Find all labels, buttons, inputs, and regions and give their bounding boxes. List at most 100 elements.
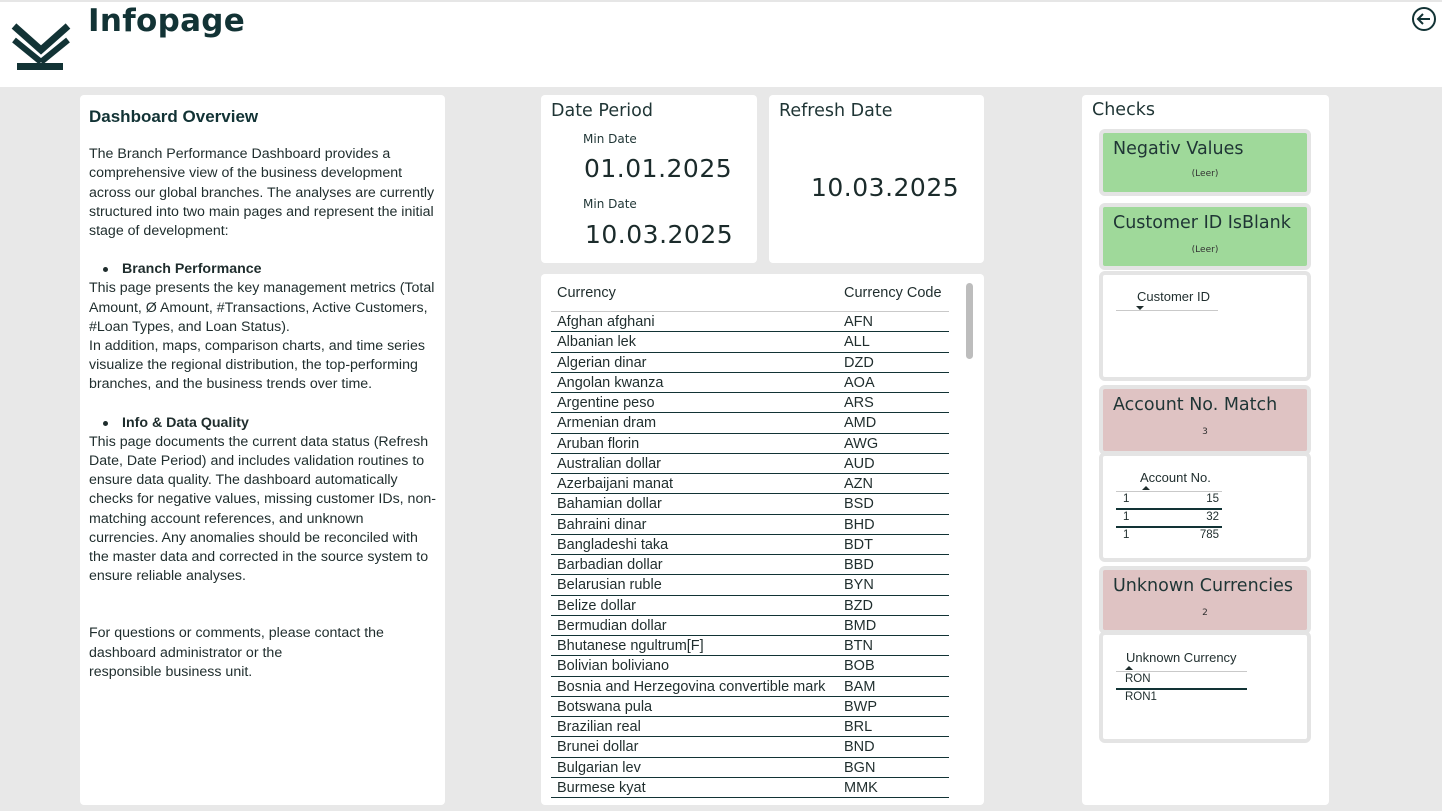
- table-row[interactable]: Albanian lek ALL: [551, 332, 949, 353]
- unknown-row-1: RON: [1125, 673, 1151, 685]
- table-row[interactable]: Brazilian real BRL: [551, 717, 949, 738]
- table-row[interactable]: Bermudian dollar BMD: [551, 616, 949, 636]
- table-row[interactable]: Belarusian ruble BYN: [551, 575, 949, 596]
- currency-code-cell: BSD: [844, 496, 874, 513]
- currency-code-cell: BZD: [844, 597, 873, 614]
- table-row[interactable]: Brunei dollar BND: [551, 737, 949, 758]
- customer-id-isblank-title: Customer ID IsBlank: [1113, 213, 1291, 233]
- account-row-1-col1: 1: [1123, 493, 1130, 505]
- account-no-table: Account No. 1 15 1 32 1 785: [1099, 452, 1311, 562]
- header-divider: [1116, 310, 1218, 311]
- contact-line-2: dashboard administrator or the: [89, 644, 283, 661]
- table-row[interactable]: Algerian dinar DZD: [551, 353, 949, 373]
- overview-title: Dashboard Overview: [89, 107, 259, 126]
- customer-id-isblank-kpi: Customer ID IsBlank (Leer): [1099, 203, 1311, 270]
- row-divider: [1116, 526, 1222, 528]
- refresh-date-title: Refresh Date: [779, 101, 893, 121]
- unknown-currency-table: Unknown Currency RON RON1: [1099, 631, 1311, 743]
- table-row[interactable]: Azerbaijani manat AZN: [551, 474, 949, 495]
- table-row[interactable]: Angolan kwanza AOA: [551, 373, 949, 393]
- customer-id-table: Customer ID: [1099, 271, 1311, 381]
- column-header-currency-code[interactable]: Currency Code: [844, 285, 942, 301]
- currency-code-cell: AWG: [844, 435, 879, 452]
- table-row[interactable]: Aruban florin AWG: [551, 434, 949, 454]
- account-no-match-title: Account No. Match: [1113, 395, 1278, 415]
- currency-name-cell: Bulgarian lev: [557, 759, 641, 776]
- currency-name-cell: Albanian lek: [557, 334, 636, 351]
- unknown-currencies-value: 2: [1202, 608, 1208, 618]
- account-row-2-col1: 1: [1123, 511, 1130, 523]
- currency-name-cell: Belarusian ruble: [557, 577, 662, 594]
- negativ-values-title: Negativ Values: [1113, 139, 1244, 159]
- back-arrow-icon[interactable]: [1411, 6, 1437, 32]
- table-row[interactable]: Bulgarian lev BGN: [551, 758, 949, 778]
- currency-code-cell: BGN: [844, 759, 876, 776]
- currency-code-cell: BYN: [844, 577, 874, 594]
- currency-name-cell: Burmese kyat: [557, 779, 646, 796]
- section1-text2: In addition, maps, comparison charts, an…: [89, 338, 425, 393]
- table-row[interactable]: Burmese kyat MMK: [551, 778, 949, 798]
- table-row[interactable]: Belize dollar BZD: [551, 596, 949, 616]
- section2-text: This page documents the current data sta…: [89, 433, 436, 585]
- account-row-3-col1: 1: [1123, 529, 1130, 541]
- bullet-info-data-quality: Info & Data Quality: [103, 414, 436, 433]
- unknown-currencies-title: Unknown Currencies: [1113, 576, 1294, 596]
- table-row[interactable]: Afghan afghani AFN: [551, 312, 949, 333]
- currency-name-cell: Azerbaijani manat: [557, 476, 674, 492]
- refresh-date-value: 10.03.2025: [811, 173, 960, 202]
- currency-name-cell: Australian dollar: [557, 455, 661, 472]
- customer-id-header[interactable]: Customer ID: [1137, 289, 1210, 304]
- currency-code-cell: AOA: [844, 374, 875, 391]
- currency-code-cell: BHD: [844, 516, 875, 533]
- currency-code-cell: ALL: [844, 334, 870, 351]
- table-row[interactable]: Barbadian dollar BBD: [551, 555, 949, 576]
- currency-code-cell: ARS: [844, 395, 874, 411]
- account-no-header[interactable]: Account No.: [1140, 470, 1211, 485]
- table-row[interactable]: Bolivian boliviano BOB: [551, 656, 949, 677]
- currency-name-cell: Botswana pula: [557, 698, 653, 715]
- currency-code-cell: AUD: [844, 455, 875, 472]
- currency-name-cell: Brunei dollar: [557, 739, 639, 756]
- currency-code-cell: BOB: [844, 658, 875, 675]
- currency-code-cell: BAM: [844, 678, 876, 695]
- currency-name-cell: Bahraini dinar: [557, 516, 647, 533]
- currency-code-cell: BWP: [844, 698, 878, 715]
- customer-id-isblank-value: (Leer): [1191, 245, 1219, 255]
- currency-name-cell: Belize dollar: [557, 597, 636, 614]
- table-row[interactable]: Bhutanese ngultrum[F] BTN: [551, 636, 949, 657]
- table-row[interactable]: Botswana pula BWP: [551, 697, 949, 717]
- header-divider: [1116, 491, 1222, 492]
- table-row[interactable]: Bahraini dinar BHD: [551, 515, 949, 535]
- sort-asc-icon: [1125, 666, 1133, 670]
- currency-code-cell: AZN: [844, 476, 873, 492]
- negativ-values-kpi: Negativ Values (Leer): [1099, 129, 1311, 196]
- currency-name-cell: Bolivian boliviano: [557, 658, 670, 675]
- header-divider: [1116, 671, 1247, 672]
- currency-code-cell: BDT: [844, 536, 873, 553]
- scrollbar[interactable]: [966, 283, 973, 359]
- currency-name-cell: Afghan afghani: [557, 314, 655, 330]
- date-period-card: Date Period Min Date 01.01.2025 Min Date…: [541, 95, 757, 263]
- table-row[interactable]: Bangladeshi taka BDT: [551, 535, 949, 555]
- table-row[interactable]: Argentine peso ARS: [551, 393, 949, 414]
- sort-asc-icon: [1142, 486, 1150, 490]
- table-row[interactable]: Armenian dram AMD: [551, 413, 949, 434]
- unknown-currency-header[interactable]: Unknown Currency: [1126, 650, 1237, 665]
- currency-name-cell: Bahamian dollar: [557, 496, 662, 513]
- table-row[interactable]: Bahamian dollar BSD: [551, 494, 949, 515]
- overview-intro: The Branch Performance Dashboard provide…: [89, 146, 435, 240]
- column-header-currency[interactable]: Currency: [557, 285, 616, 301]
- currency-code-cell: DZD: [844, 354, 874, 371]
- currency-name-cell: Armenian dram: [557, 415, 657, 432]
- currency-code-cell: BMD: [844, 617, 877, 634]
- account-row-3-col2: 785: [1199, 529, 1219, 541]
- bullet-icon: [103, 267, 108, 273]
- currency-name-cell: Bosnia and Herzegovina convertible mark: [557, 678, 826, 695]
- currency-name-cell: Brazilian real: [557, 719, 641, 735]
- table-row[interactable]: Australian dollar AUD: [551, 454, 949, 474]
- currency-name-cell: Aruban florin: [557, 435, 640, 452]
- row-divider: [1116, 688, 1247, 690]
- currency-name-cell: Angolan kwanza: [557, 374, 664, 391]
- table-row[interactable]: Bosnia and Herzegovina convertible mark B…: [551, 677, 949, 697]
- bullet-branch-performance: Branch Performance: [103, 260, 436, 279]
